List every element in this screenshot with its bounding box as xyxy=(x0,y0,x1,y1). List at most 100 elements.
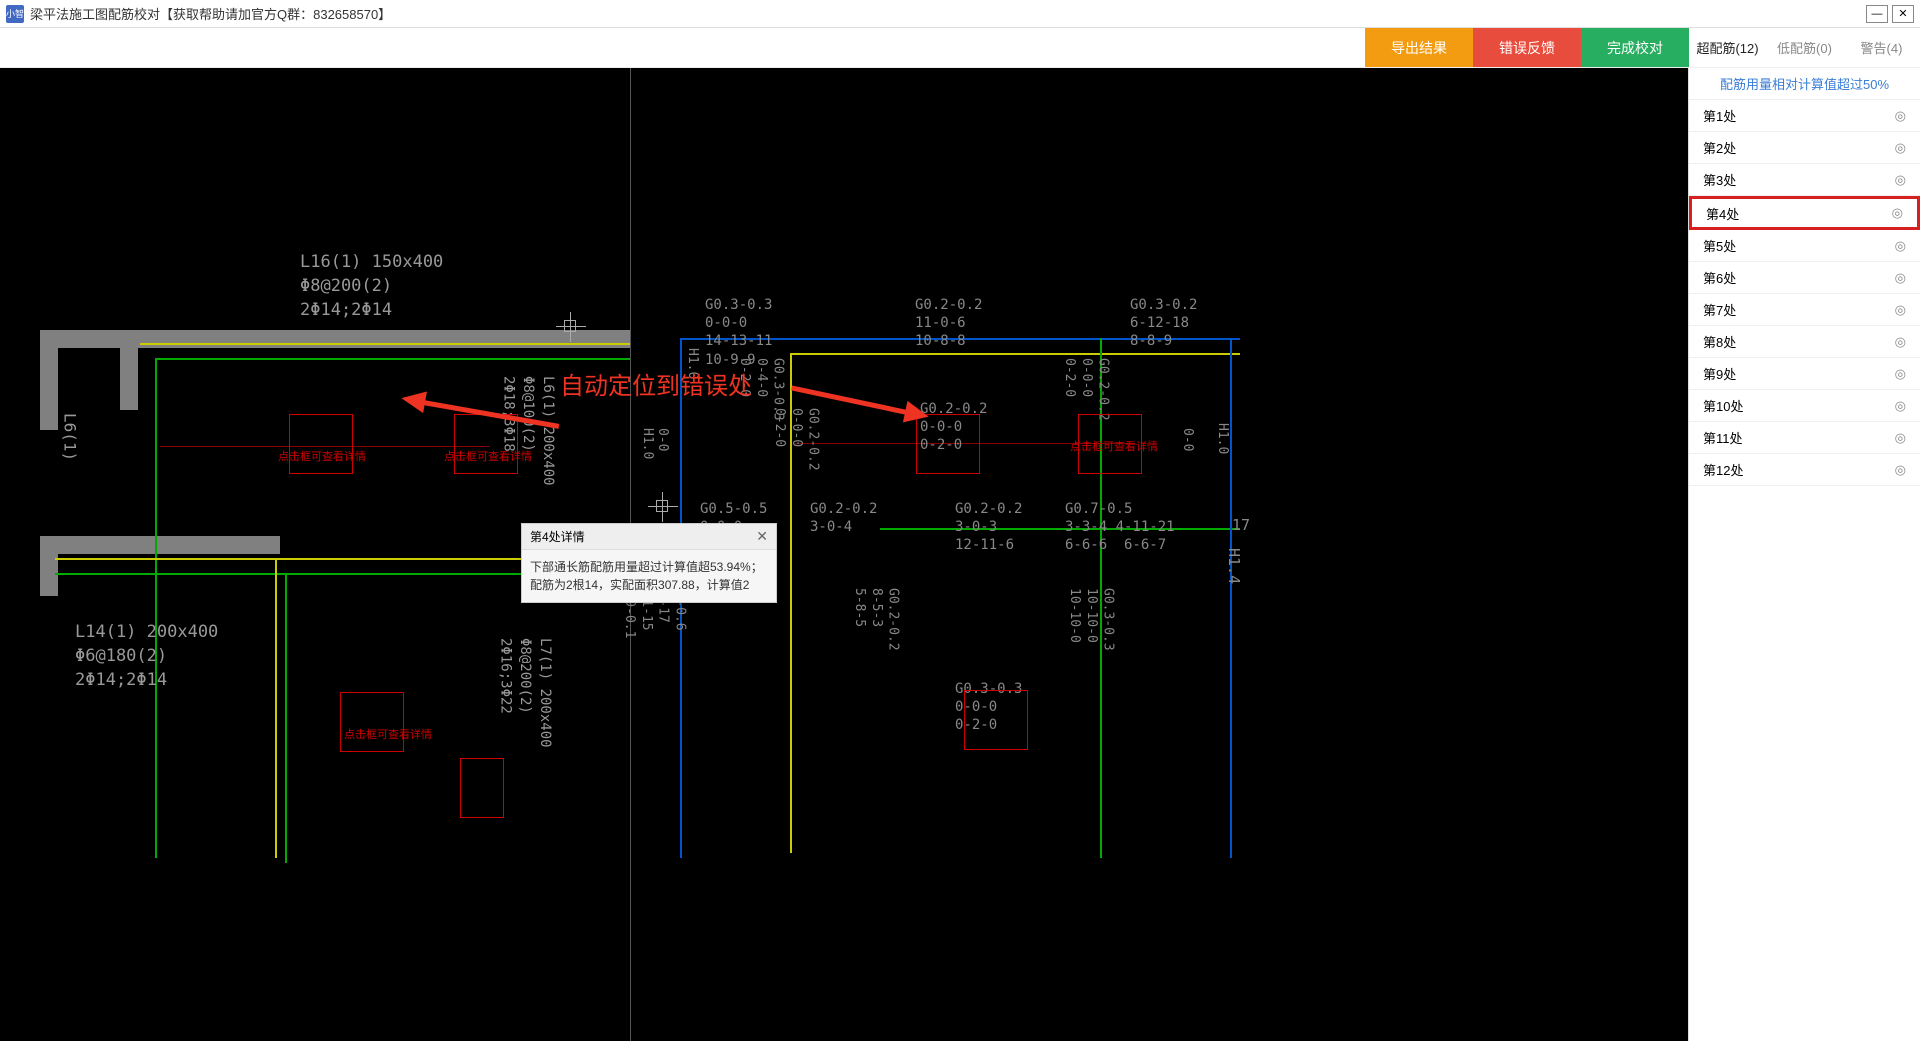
grid-gv3: G0.2-0.2 0-0-0 0-2-0 xyxy=(770,408,821,471)
tab-over-reinforced[interactable]: 超配筋(12) xyxy=(1689,28,1766,67)
sidebar: 配筋用量相对计算值超过50% 第1处◎第2处◎第3处◎第4处◎第5处◎第6处◎第… xyxy=(1688,68,1920,1041)
issue-item-5[interactable]: 第5处 ◎ xyxy=(1689,230,1920,262)
locate-icon[interactable]: ◎ xyxy=(1895,238,1906,254)
issue-label: 第5处 xyxy=(1703,236,1736,255)
grid-g3: G0.3-0.2 6-12-18 8-8-9 xyxy=(1130,296,1197,351)
issue-item-10[interactable]: 第10处 ◎ xyxy=(1689,390,1920,422)
issue-label: 第6处 xyxy=(1703,268,1736,287)
wall-col1 xyxy=(120,330,138,410)
export-button[interactable]: 导出结果 xyxy=(1365,28,1473,67)
issue-item-2[interactable]: 第2处 ◎ xyxy=(1689,132,1920,164)
line xyxy=(275,558,277,858)
issue-label: 第12处 xyxy=(1703,460,1743,479)
issue-label: 第2处 xyxy=(1703,138,1736,157)
cad-canvas[interactable]: L16(1) 150x400 Φ8@200(2) 2Φ14;2Φ14 L14(1… xyxy=(0,68,1688,1041)
error-box-7[interactable] xyxy=(460,758,504,818)
tooltip-close-icon[interactable]: ✕ xyxy=(756,528,768,545)
issue-item-3[interactable]: 第3处 ◎ xyxy=(1689,164,1920,196)
grid-g5: G0.2-0.2 0-0-0 0-2-0 xyxy=(1060,358,1111,421)
detail-tooltip: 第4处详情 ✕ 下部通长筋配筋用量超过计算值超53.94%；配筋为2根14，实配… xyxy=(521,523,777,603)
error-hint-2: 点击框可查看详情 xyxy=(444,448,532,464)
grid-gv4: 0-0 xyxy=(1180,428,1195,451)
line xyxy=(155,358,157,858)
line xyxy=(140,343,630,345)
beam-label-l6: L6(1) xyxy=(58,413,80,461)
issue-label: 第4处 xyxy=(1706,204,1739,223)
locate-icon[interactable]: ◎ xyxy=(1895,270,1906,286)
filter-tabs: 超配筋(12) 低配筋(0) 警告(4) xyxy=(1689,28,1920,67)
error-hint-3: 点击框可查看详情 xyxy=(1070,438,1158,454)
tooltip-body: 下部通长筋配筋用量超过计算值超53.94%；配筋为2根14，实配面积307.88… xyxy=(522,550,776,602)
error-box-1[interactable] xyxy=(289,414,353,474)
tooltip-header: 第4处详情 ✕ xyxy=(522,524,776,550)
issue-label: 第1处 xyxy=(1703,106,1736,125)
wall-left2 xyxy=(40,536,58,596)
titlebar: 小智 梁平法施工图配筋校对【获取帮助请加官方Q群：832658570】 — ✕ xyxy=(0,0,1920,28)
beam-label-l16: L16(1) 150x400 Φ8@200(2) 2Φ14;2Φ14 xyxy=(300,251,443,322)
issue-item-11[interactable]: 第11处 ◎ xyxy=(1689,422,1920,454)
beam-label-l7: L7(1) 200x400 Φ8@200(2) 2Φ16;3Φ22 xyxy=(495,638,554,748)
issue-item-6[interactable]: 第6处 ◎ xyxy=(1689,262,1920,294)
app-icon: 小智 xyxy=(6,5,24,23)
grid-h14: H1.4 xyxy=(1225,548,1243,584)
grid-g2: G0.2-0.2 11-0-6 10-8-8 xyxy=(915,296,982,351)
issue-item-4[interactable]: 第4处 ◎ xyxy=(1689,196,1920,230)
locate-icon[interactable]: ◎ xyxy=(1895,334,1906,350)
toolbar: 导出结果 错误反馈 完成校对 超配筋(12) 低配筋(0) 警告(4) xyxy=(0,28,1920,68)
locate-icon[interactable]: ◎ xyxy=(1895,302,1906,318)
issue-item-9[interactable]: 第9处 ◎ xyxy=(1689,358,1920,390)
wall-left xyxy=(40,330,58,430)
locate-icon[interactable]: ◎ xyxy=(1895,108,1906,124)
tab-warnings[interactable]: 警告(4) xyxy=(1843,28,1920,67)
issue-item-7[interactable]: 第7处 ◎ xyxy=(1689,294,1920,326)
window-title: 梁平法施工图配筋校对【获取帮助请加官方Q群：832658570】 xyxy=(30,4,1866,23)
grid-17: 17 xyxy=(1232,516,1250,534)
line xyxy=(1230,338,1232,858)
error-hint-1: 点击框可查看详情 xyxy=(278,448,366,464)
issue-item-12[interactable]: 第12处 ◎ xyxy=(1689,454,1920,486)
locate-icon[interactable]: ◎ xyxy=(1892,205,1903,221)
issue-label: 第9处 xyxy=(1703,364,1736,383)
line xyxy=(285,573,287,863)
line xyxy=(880,528,1240,530)
beam-label-l14: L14(1) 200x400 Φ6@180(2) 2Φ14;2Φ14 xyxy=(75,621,218,692)
locate-icon[interactable]: ◎ xyxy=(1895,366,1906,382)
tooltip-title: 第4处详情 xyxy=(530,528,585,545)
cursor-box xyxy=(564,320,576,332)
wall-mid xyxy=(40,536,280,554)
locate-icon[interactable]: ◎ xyxy=(1895,462,1906,478)
issue-label: 第3处 xyxy=(1703,170,1736,189)
locate-icon[interactable]: ◎ xyxy=(1895,172,1906,188)
grid-gv7: G0.3-0.3 10-10-0 10-10-0 xyxy=(1065,588,1116,651)
close-button[interactable]: ✕ xyxy=(1892,5,1914,23)
issue-item-1[interactable]: 第1处 ◎ xyxy=(1689,100,1920,132)
issue-item-8[interactable]: 第8处 ◎ xyxy=(1689,326,1920,358)
grid-g7: G0.2-0.2 3-0-4 xyxy=(810,500,877,536)
locate-icon[interactable]: ◎ xyxy=(1895,430,1906,446)
grid-h10b: H1.0 xyxy=(1215,423,1230,454)
tab-under-reinforced[interactable]: 低配筋(0) xyxy=(1766,28,1843,67)
annotation-text: 自动定位到错误处 xyxy=(560,366,752,401)
issue-label: 第7处 xyxy=(1703,300,1736,319)
issue-label: 第8处 xyxy=(1703,332,1736,351)
locate-icon[interactable]: ◎ xyxy=(1895,398,1906,414)
issue-list: 第1处◎第2处◎第3处◎第4处◎第5处◎第6处◎第7处◎第8处◎第9处◎第10处… xyxy=(1689,100,1920,1041)
cursor-box2 xyxy=(656,500,668,512)
line xyxy=(790,353,1240,355)
issue-label: 第11处 xyxy=(1703,428,1743,447)
complete-button[interactable]: 完成校对 xyxy=(1581,28,1689,67)
locate-icon[interactable]: ◎ xyxy=(1895,140,1906,156)
grid-g9: G0.7-0.5 3-3-4 4-11-21 6-6-6 6-6-7 xyxy=(1065,500,1175,555)
error-box-6[interactable] xyxy=(964,690,1028,750)
window-controls: — ✕ xyxy=(1866,5,1914,23)
main-content: L16(1) 150x400 Φ8@200(2) 2Φ14;2Φ14 L14(1… xyxy=(0,68,1920,1041)
grid-gv1: 0-0 H1.0 xyxy=(640,428,670,459)
error-feedback-button[interactable]: 错误反馈 xyxy=(1473,28,1581,67)
sidebar-header: 配筋用量相对计算值超过50% xyxy=(1689,68,1920,100)
error-box-5[interactable] xyxy=(340,692,404,752)
grid-g8: G0.2-0.2 3-0-3 12-11-6 xyxy=(955,500,1022,555)
line xyxy=(155,358,630,360)
issue-label: 第10处 xyxy=(1703,396,1743,415)
minimize-button[interactable]: — xyxy=(1866,5,1888,23)
error-hint-4: 点击框可查看详情 xyxy=(344,726,432,742)
